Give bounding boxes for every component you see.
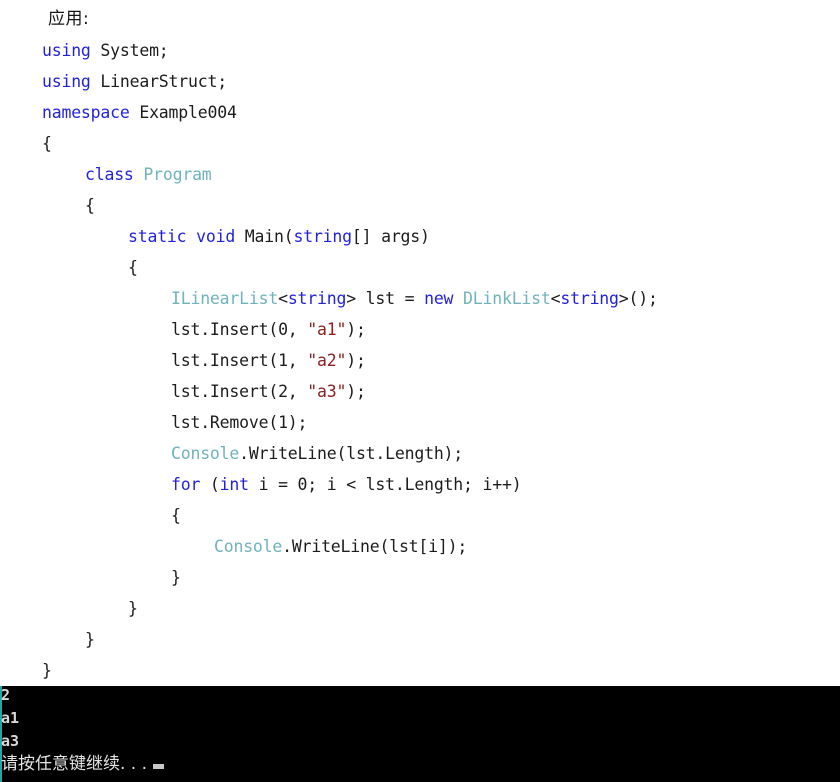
code-token-typ: ILinearList: [171, 289, 279, 308]
code-line: {: [0, 190, 840, 221]
code-line: Console.WriteLine(lst[i]);: [0, 531, 840, 562]
code-line: class Program: [0, 159, 840, 190]
code-token-pln: {: [42, 134, 52, 153]
code-token-pln: );: [346, 382, 366, 401]
code-line: }: [0, 624, 840, 655]
section-heading: 应用:: [48, 9, 90, 29]
code-token-pln: System;: [90, 41, 169, 60]
console-line: 请按任意键继续. . .: [0, 753, 840, 776]
code-token-pln: Example004: [129, 103, 237, 122]
code-token-typ: Program: [143, 165, 212, 184]
code-line: static void Main(string[] args): [0, 221, 840, 252]
code-token-pln: <: [278, 289, 288, 308]
console-line-text: a3: [1, 732, 20, 750]
code-token-pln: lst.Insert(2,: [171, 382, 308, 401]
code-token-pln: {: [85, 196, 95, 215]
code-line: lst.Insert(2, "a3");: [0, 376, 840, 407]
console-cursor: [153, 764, 165, 769]
code-line: for (int i = 0; i < lst.Length; i++): [0, 469, 840, 500]
code-token-pln: (: [200, 475, 220, 494]
console-line-text: 2: [1, 686, 11, 704]
code-line: lst.Insert(0, "a1");: [0, 314, 840, 345]
code-token-typ: Console: [171, 444, 240, 463]
code-token-str: "a3": [307, 382, 347, 401]
code-token-str: "a1": [307, 320, 347, 339]
code-line: lst.Insert(1, "a2");: [0, 345, 840, 376]
code-token-kw: string: [287, 289, 347, 308]
code-listing: 应用: using System; using LinearStruct; name…: [0, 0, 840, 686]
code-token-kw: using: [42, 41, 91, 60]
code-token-kw: string: [293, 227, 352, 246]
code-token-kw: namespace: [42, 103, 130, 122]
code-token-kw: for: [171, 475, 201, 494]
code-token-pln: );: [346, 351, 366, 370]
code-token-pln: > lst =: [346, 289, 425, 308]
code-token-pln: );: [346, 320, 366, 339]
code-line: }: [0, 562, 840, 593]
code-token-pln: }: [171, 568, 181, 587]
code-token-str: "a2": [307, 351, 347, 370]
console-line-text: 请按任意键继续. . .: [1, 754, 148, 774]
code-token-pln: [134, 165, 144, 184]
code-line: {: [0, 128, 840, 159]
code-token-kw: int: [219, 475, 249, 494]
code-token-kw: using: [42, 72, 91, 91]
code-token-pln: [453, 289, 463, 308]
console-line: 2: [0, 686, 840, 707]
code-token-pln: }: [128, 599, 138, 618]
code-token-kw: new: [424, 289, 454, 308]
code-token-pln: Main(: [235, 227, 294, 246]
code-token-typ: DLinkList: [463, 289, 551, 308]
code-line: Console.WriteLine(lst.Length);: [0, 438, 840, 469]
code-line: using System;: [0, 35, 840, 66]
code-token-pln: {: [171, 506, 181, 525]
code-token-pln: >();: [618, 289, 658, 308]
code-line: namespace Example004: [0, 97, 840, 128]
code-token-pln: {: [128, 258, 138, 277]
code-line: {: [0, 252, 840, 283]
code-line: {: [0, 500, 840, 531]
code-line: using LinearStruct;: [0, 66, 840, 97]
console-text-container: 2 a1 a3 请按任意键继续. . .: [0, 686, 840, 776]
console-line-text: a1: [1, 709, 20, 727]
code-token-pln: }: [85, 630, 95, 649]
code-token-pln: .WriteLine(lst.Length);: [239, 444, 464, 463]
code-token-typ: Console: [214, 537, 283, 556]
code-token-pln: [] args): [351, 227, 430, 246]
code-lines-container: using System; using LinearStruct; namespac…: [0, 35, 840, 686]
code-token-pln: lst.Remove(1);: [171, 413, 308, 432]
console-line: a1: [0, 707, 840, 730]
code-token-pln: }: [42, 661, 52, 680]
code-token-pln: LinearStruct;: [90, 72, 227, 91]
code-line: lst.Remove(1);: [0, 407, 840, 438]
code-token-pln: .WriteLine(lst[i]);: [282, 537, 468, 556]
code-line: }: [0, 593, 840, 624]
code-token-pln: lst.Insert(1,: [171, 351, 308, 370]
console-line: a3: [0, 730, 840, 753]
code-line: }: [0, 655, 840, 686]
console-output-window[interactable]: 2 a1 a3 请按任意键继续. . .: [0, 686, 840, 782]
code-token-pln: i = 0; i < lst.Length; i++): [248, 475, 522, 494]
code-token-kw: static void: [128, 227, 236, 246]
code-line: ILinearList<string> lst = new DLinkList<…: [0, 283, 840, 314]
code-token-kw: string: [560, 289, 619, 308]
code-token-pln: lst.Insert(0,: [171, 320, 308, 339]
code-token-pln: <: [550, 289, 561, 308]
code-token-kw: class: [85, 165, 134, 184]
